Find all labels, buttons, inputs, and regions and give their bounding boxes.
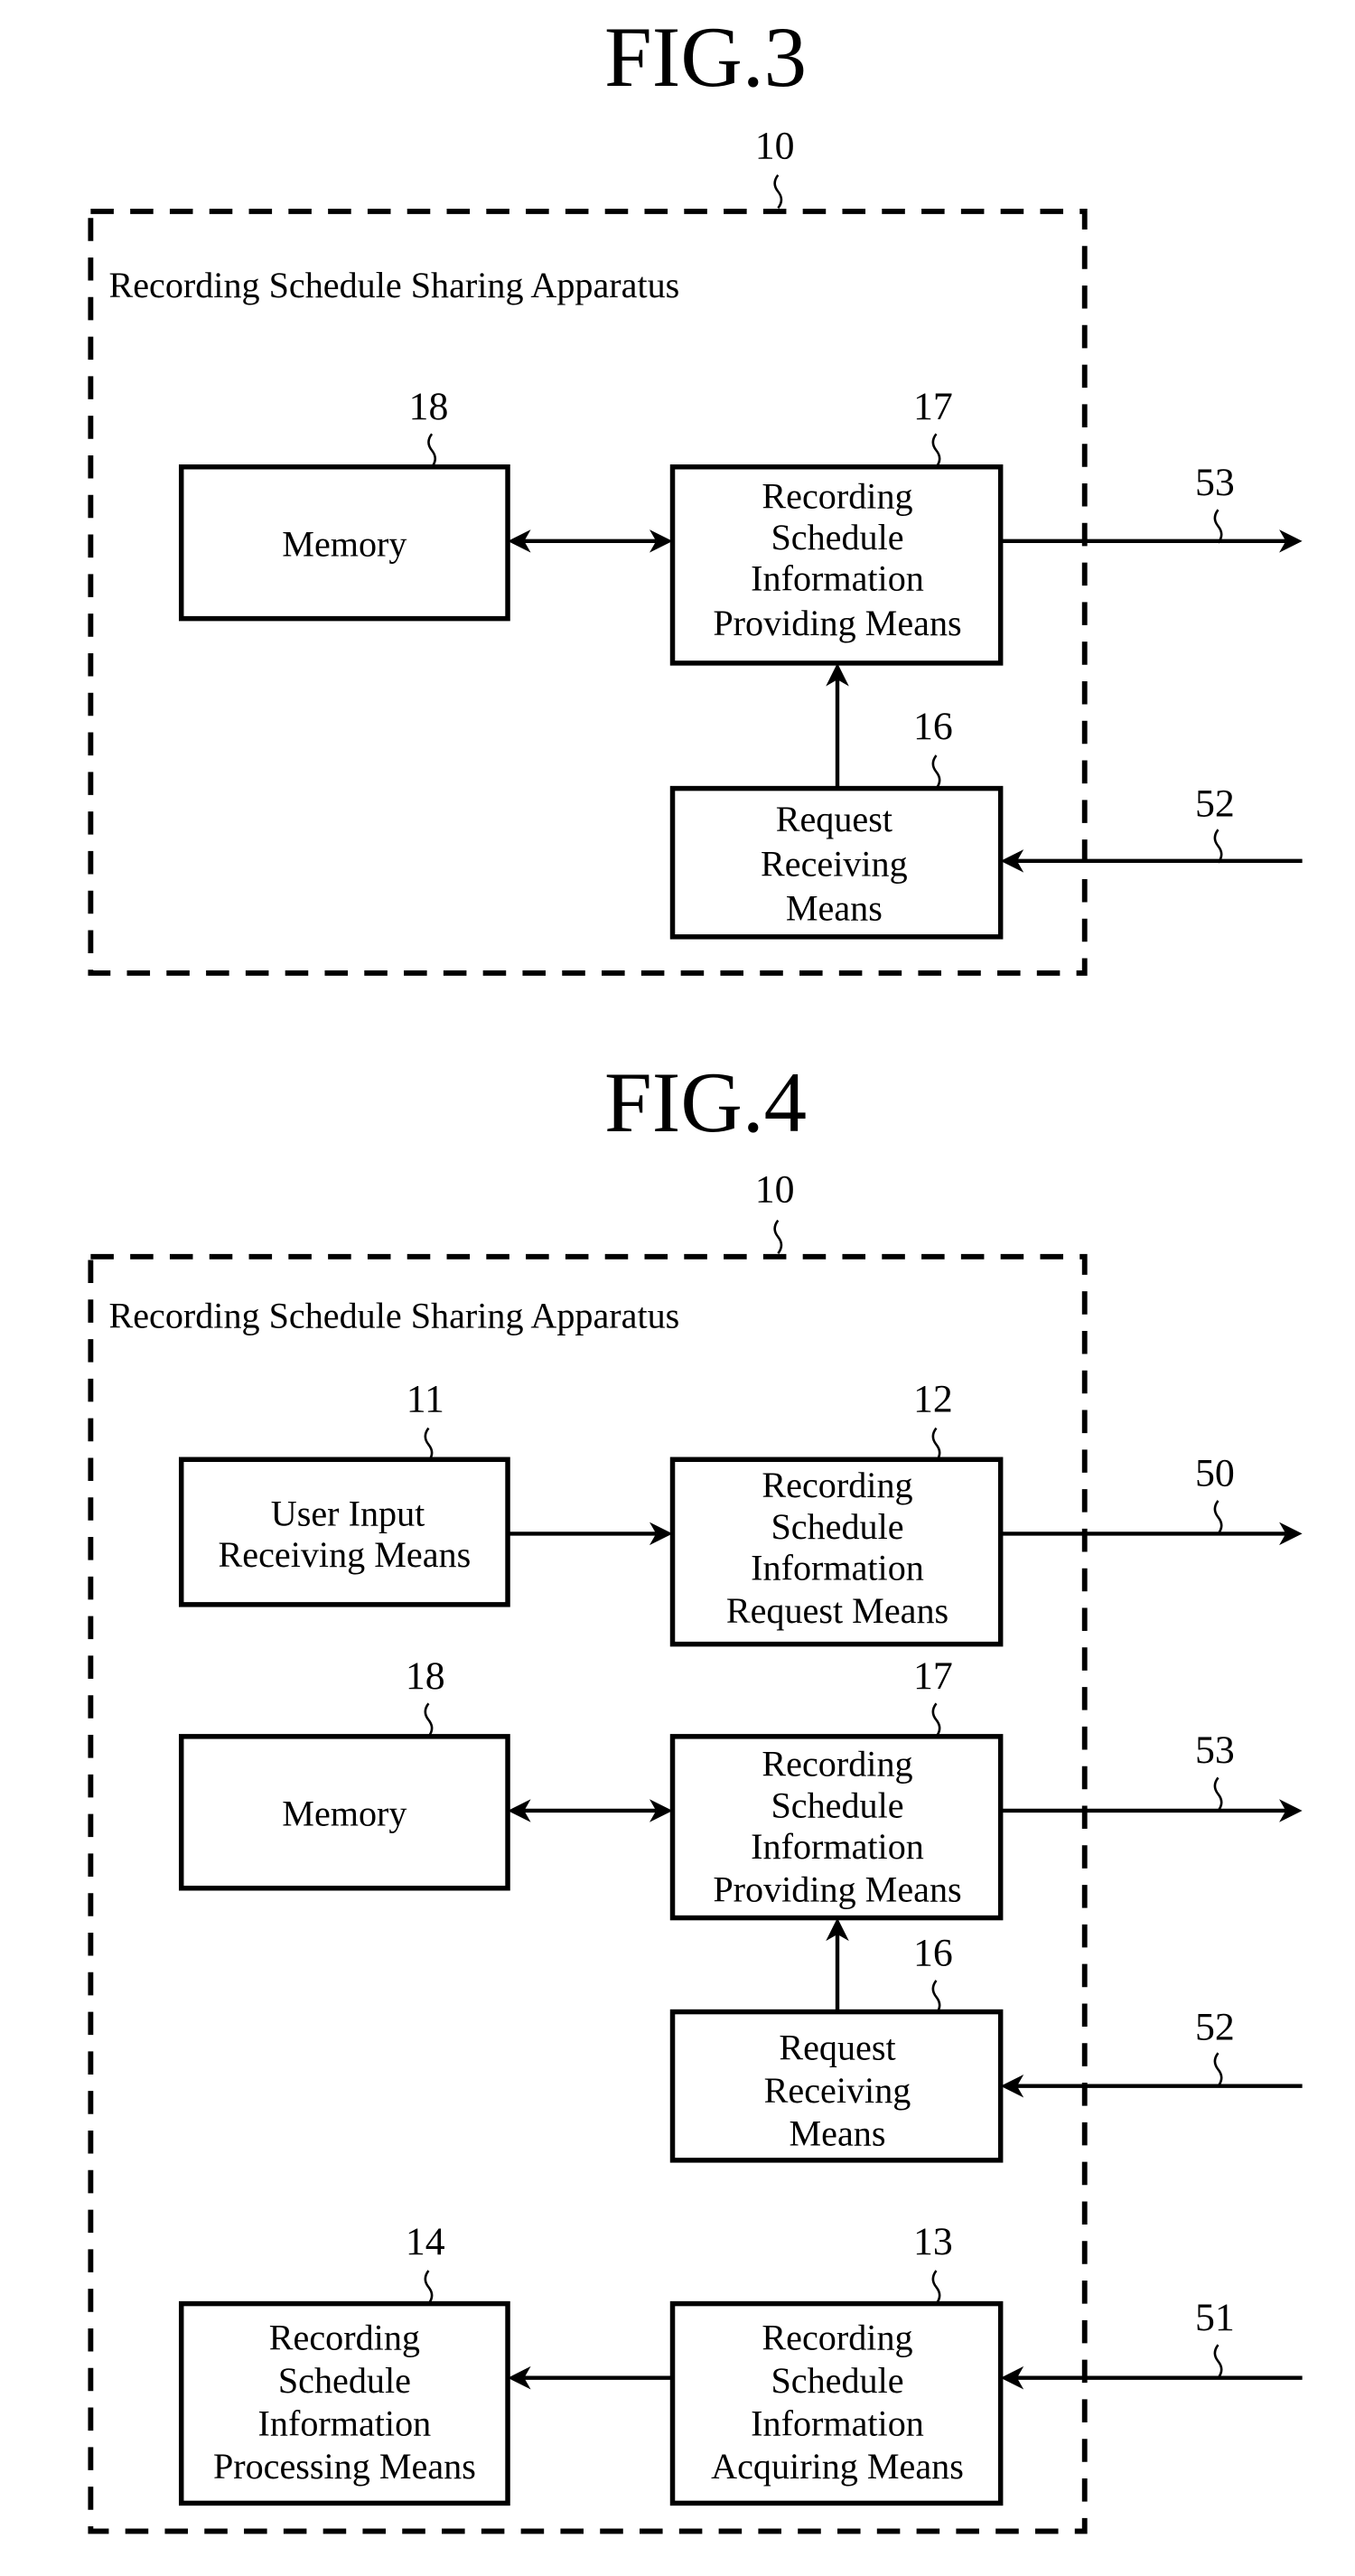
leader-squiggle	[427, 433, 437, 468]
bidirectional-arrow	[508, 1799, 673, 1822]
leader-squiggle	[1213, 1776, 1223, 1812]
leader-squiggle	[931, 1980, 941, 2015]
arrow-right	[508, 1522, 673, 1546]
leader-squiggle	[773, 1219, 783, 1254]
arrow-up	[826, 662, 849, 789]
figure-4: FIG.4 10 Recording Schedule Sharing Appa…	[88, 1054, 1303, 2534]
leader-squiggle	[1213, 2052, 1223, 2087]
leader-squiggle	[931, 433, 941, 468]
input-arrow	[1000, 2074, 1303, 2098]
block-label-line: Receiving Means	[219, 1534, 472, 1575]
leader-squiggle	[424, 2270, 434, 2305]
block-label-line: Information	[751, 1547, 924, 1588]
figure-title: FIG.4	[604, 1054, 807, 1150]
figure-title: FIG.3	[604, 9, 807, 105]
block-label-line: Recording	[269, 2318, 420, 2358]
signal-ref: 53	[1195, 461, 1235, 504]
leader-squiggle	[931, 1702, 941, 1738]
block-label-line: Recording	[762, 2318, 912, 2358]
block-label-line: Schedule	[278, 2360, 411, 2401]
apparatus-ref: 10	[755, 1168, 795, 1212]
apparatus-label: Recording Schedule Sharing Apparatus	[108, 265, 679, 305]
block-ref: 16	[913, 1932, 953, 1975]
block-label-line: Means	[790, 2112, 886, 2153]
block-label-line: Information	[751, 2403, 924, 2444]
arrow-left	[508, 2365, 673, 2390]
signal-ref: 52	[1195, 2006, 1235, 2049]
block-label-line: Receiving	[761, 843, 908, 884]
block-label-line: Schedule	[771, 1506, 903, 1547]
signal-ref: 50	[1195, 1451, 1235, 1494]
leader-squiggle	[1213, 829, 1223, 864]
block-label-line: Schedule	[771, 1784, 903, 1825]
signal-ref: 53	[1195, 1728, 1235, 1772]
apparatus-ref: 10	[755, 124, 795, 167]
block-label-line: User Input	[271, 1493, 425, 1533]
output-arrow	[1000, 1522, 1303, 1546]
arrow-up	[826, 1917, 849, 2012]
block-ref: 17	[913, 1654, 953, 1698]
signal-ref: 51	[1195, 2296, 1235, 2339]
leader-squiggle	[1213, 2344, 1223, 2379]
figure-3: FIG.3 10 Recording Schedule Sharing Appa…	[88, 9, 1303, 976]
block-ref: 18	[406, 1654, 445, 1698]
block-label-line: Request	[779, 2028, 895, 2068]
leader-squiggle	[931, 1427, 941, 1462]
output-arrow	[1000, 529, 1303, 553]
block-label-line: Request	[776, 799, 892, 839]
block-label-line: Information	[751, 558, 924, 599]
apparatus-label: Recording Schedule Sharing Apparatus	[108, 1295, 679, 1335]
leader-squiggle	[424, 1427, 434, 1462]
block-ref: 14	[406, 2220, 445, 2263]
patent-figures: FIG.3 10 Recording Schedule Sharing Appa…	[88, 9, 1303, 2534]
block-label-line: Means	[786, 888, 883, 929]
block-label-line: Information	[751, 1826, 924, 1867]
signal-ref: 52	[1195, 782, 1235, 826]
block-label-line: Providing Means	[713, 1869, 961, 1909]
output-arrow	[1000, 1799, 1303, 1822]
input-arrow	[1000, 2365, 1303, 2390]
leader-squiggle	[424, 1702, 434, 1738]
block-label-line: Recording	[762, 1465, 912, 1505]
block-ref: 12	[913, 1377, 953, 1420]
block-label-line: Processing Means	[213, 2446, 476, 2487]
block-label-line: Request Means	[726, 1590, 948, 1631]
block-label-line: Schedule	[771, 517, 903, 557]
block-label-line: Schedule	[771, 2360, 903, 2401]
block-label-line: Providing Means	[713, 603, 961, 643]
block-label-line: Recording	[762, 475, 912, 516]
block-label-line: Information	[258, 2403, 432, 2444]
bidirectional-arrow	[508, 529, 673, 553]
leader-squiggle	[931, 754, 941, 790]
block-ref: 16	[913, 705, 953, 748]
leader-squiggle	[1213, 1500, 1223, 1535]
block-ref: 13	[913, 2220, 953, 2263]
input-arrow	[1000, 849, 1303, 873]
block-label-line: Memory	[282, 1793, 406, 1833]
leader-squiggle	[931, 2270, 941, 2305]
leader-squiggle	[1213, 509, 1223, 544]
block-label-line: Acquiring Means	[711, 2446, 964, 2487]
leader-squiggle	[773, 173, 783, 210]
block-ref: 18	[409, 385, 449, 428]
block-ref: 17	[913, 385, 953, 428]
block-label-line: Recording	[762, 1744, 912, 1784]
block-label-line: Receiving	[764, 2070, 911, 2111]
block-ref: 11	[406, 1377, 444, 1420]
block-label-line: Memory	[282, 523, 406, 564]
